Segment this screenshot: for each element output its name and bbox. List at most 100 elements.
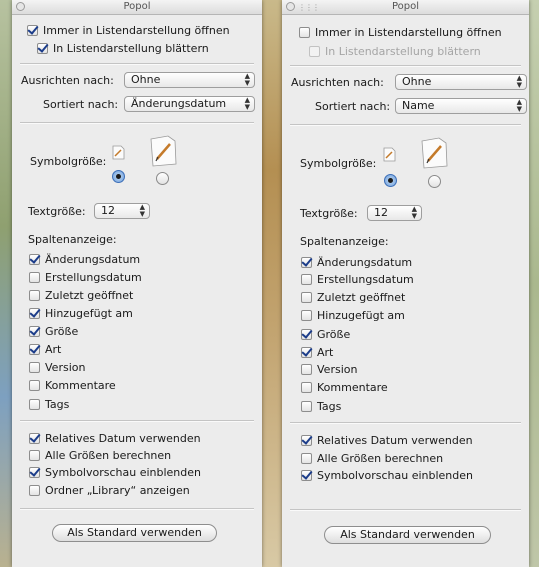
icon-preview-checkbox[interactable]: Symbolvorschau einblenden xyxy=(301,469,529,482)
browse-in-list-checkbox: In Listendarstellung blättern xyxy=(309,45,529,58)
select-value: Änderungsdatum xyxy=(131,97,227,110)
checkbox-box[interactable] xyxy=(301,347,312,358)
column-checkbox-modified[interactable]: Änderungsdatum xyxy=(29,253,262,266)
sort-by-label: Sortiert nach: xyxy=(43,98,119,111)
grip-icon: ⋮⋮⋮ xyxy=(298,3,320,12)
text-size-select[interactable]: 12 ▲ ▼ xyxy=(367,205,422,221)
relative-dates-checkbox[interactable]: Relatives Datum verwenden xyxy=(29,432,262,445)
browse-in-list-checkbox[interactable]: In Listendarstellung blättern xyxy=(37,42,262,55)
column-checkbox-tags[interactable]: Tags xyxy=(29,398,262,411)
checkbox-box[interactable] xyxy=(29,450,40,461)
document-small-icon xyxy=(112,145,125,160)
divider xyxy=(20,63,254,65)
arrange-by-select[interactable]: Ohne ▲ ▼ xyxy=(395,74,527,90)
columns-heading: Spaltenanzeige: xyxy=(300,235,389,248)
checkbox-label: Hinzugefügt am xyxy=(45,307,133,320)
text-size-select[interactable]: 12 ▲ ▼ xyxy=(94,203,150,219)
text-size-label: Textgröße: xyxy=(28,205,86,218)
calculate-sizes-checkbox[interactable]: Alle Größen berechnen xyxy=(301,452,529,465)
document-small-icon xyxy=(383,147,396,162)
checkbox-box[interactable] xyxy=(29,272,40,283)
checkbox-box[interactable] xyxy=(301,453,312,464)
arrange-by-select[interactable]: Ohne ▲ ▼ xyxy=(124,72,255,88)
column-checkbox-kind[interactable]: Art xyxy=(29,343,262,356)
column-checkbox-created[interactable]: Erstellungsdatum xyxy=(29,271,262,284)
checkbox-box[interactable] xyxy=(301,364,312,375)
open-in-list-checkbox[interactable]: Immer in Listendarstellung öffnen xyxy=(27,24,262,37)
window-title: Popol xyxy=(123,1,151,12)
divider xyxy=(290,124,521,126)
use-as-defaults-button[interactable]: Als Standard verwenden xyxy=(52,524,217,542)
icon-size-small-radio[interactable] xyxy=(112,170,125,183)
checkbox-label: Größe xyxy=(317,328,351,341)
icon-size-large-radio[interactable] xyxy=(156,172,169,185)
checkbox-box[interactable] xyxy=(29,326,40,337)
checkbox-box[interactable] xyxy=(301,329,312,340)
open-in-list-checkbox[interactable]: Immer in Listendarstellung öffnen xyxy=(299,26,529,39)
checkbox-box[interactable] xyxy=(301,257,312,268)
column-checkbox-created[interactable]: Erstellungsdatum xyxy=(301,273,529,286)
checkbox-label: Erstellungsdatum xyxy=(317,273,414,286)
column-checkbox-last-opened[interactable]: Zuletzt geöffnet xyxy=(301,291,529,304)
column-checkbox-modified[interactable]: Änderungsdatum xyxy=(301,256,529,269)
checkbox-box[interactable] xyxy=(29,485,40,496)
view-options-panel-right: ⋮⋮⋮ Popol Immer in Listendarstellung öff… xyxy=(282,0,529,567)
checkbox-box[interactable] xyxy=(29,290,40,301)
column-checkbox-version[interactable]: Version xyxy=(301,363,529,376)
sort-by-select[interactable]: Name ▲ ▼ xyxy=(395,98,527,114)
checkbox-box[interactable] xyxy=(29,362,40,373)
checkbox-box[interactable] xyxy=(29,380,40,391)
checkbox-box[interactable] xyxy=(301,292,312,303)
titlebar: ⋮⋮⋮ Popol xyxy=(282,0,529,15)
checkbox-box[interactable] xyxy=(301,274,312,285)
checkbox-box[interactable] xyxy=(27,25,38,36)
checkbox-box[interactable] xyxy=(37,43,48,54)
checkbox-box[interactable] xyxy=(301,401,312,412)
checkbox-box[interactable] xyxy=(29,344,40,355)
divider xyxy=(20,420,254,422)
close-icon[interactable] xyxy=(286,2,295,11)
checkbox-box[interactable] xyxy=(299,27,310,38)
column-checkbox-added[interactable]: Hinzugefügt am xyxy=(301,309,529,322)
arrange-by-label: Ausrichten nach: xyxy=(291,76,384,89)
checkbox-box[interactable] xyxy=(301,435,312,446)
checkbox-box[interactable] xyxy=(301,470,312,481)
checkbox-box[interactable] xyxy=(301,310,312,321)
updown-arrows-icon: ▲ ▼ xyxy=(244,96,250,111)
checkbox-label: Erstellungsdatum xyxy=(45,271,142,284)
column-checkbox-size[interactable]: Größe xyxy=(301,328,529,341)
column-checkbox-tags[interactable]: Tags xyxy=(301,400,529,413)
checkbox-box[interactable] xyxy=(29,308,40,319)
desktop-background-right xyxy=(529,0,539,567)
column-checkbox-kind[interactable]: Art xyxy=(301,346,529,359)
sort-by-select[interactable]: Änderungsdatum ▲ ▼ xyxy=(124,96,255,112)
column-checkbox-comments[interactable]: Kommentare xyxy=(29,379,262,392)
column-checkbox-added[interactable]: Hinzugefügt am xyxy=(29,307,262,320)
checkbox-box[interactable] xyxy=(29,254,40,265)
checkbox-box[interactable] xyxy=(29,433,40,444)
column-checkbox-size[interactable]: Größe xyxy=(29,325,262,338)
icon-preview-checkbox[interactable]: Symbolvorschau einblenden xyxy=(29,466,262,479)
checkbox-box[interactable] xyxy=(29,399,40,410)
select-value: 12 xyxy=(374,206,388,219)
column-checkbox-version[interactable]: Version xyxy=(29,361,262,374)
column-checkbox-comments[interactable]: Kommentare xyxy=(301,381,529,394)
icon-size-label: Symbolgröße: xyxy=(30,155,107,168)
checkbox-label: Relatives Datum verwenden xyxy=(317,434,473,447)
checkbox-label: Art xyxy=(45,343,62,356)
use-as-defaults-button[interactable]: Als Standard verwenden xyxy=(324,526,491,544)
relative-dates-checkbox[interactable]: Relatives Datum verwenden xyxy=(301,434,529,447)
checkbox-label: Alle Größen berechnen xyxy=(317,452,444,465)
column-checkbox-last-opened[interactable]: Zuletzt geöffnet xyxy=(29,289,262,302)
show-library-checkbox[interactable]: Ordner „Library“ anzeigen xyxy=(29,484,262,497)
checkbox-label: Änderungsdatum xyxy=(45,253,141,266)
checkbox-box[interactable] xyxy=(29,467,40,478)
checkbox-label: Alle Größen berechnen xyxy=(45,449,172,462)
icon-size-large-radio[interactable] xyxy=(428,175,441,188)
checkbox-box[interactable] xyxy=(301,382,312,393)
icon-size-small-radio[interactable] xyxy=(384,174,397,187)
icon-size-label: Symbolgröße: xyxy=(300,157,377,170)
calculate-sizes-checkbox[interactable]: Alle Größen berechnen xyxy=(29,449,262,462)
checkbox-label: Version xyxy=(317,363,358,376)
close-icon[interactable] xyxy=(16,2,25,11)
